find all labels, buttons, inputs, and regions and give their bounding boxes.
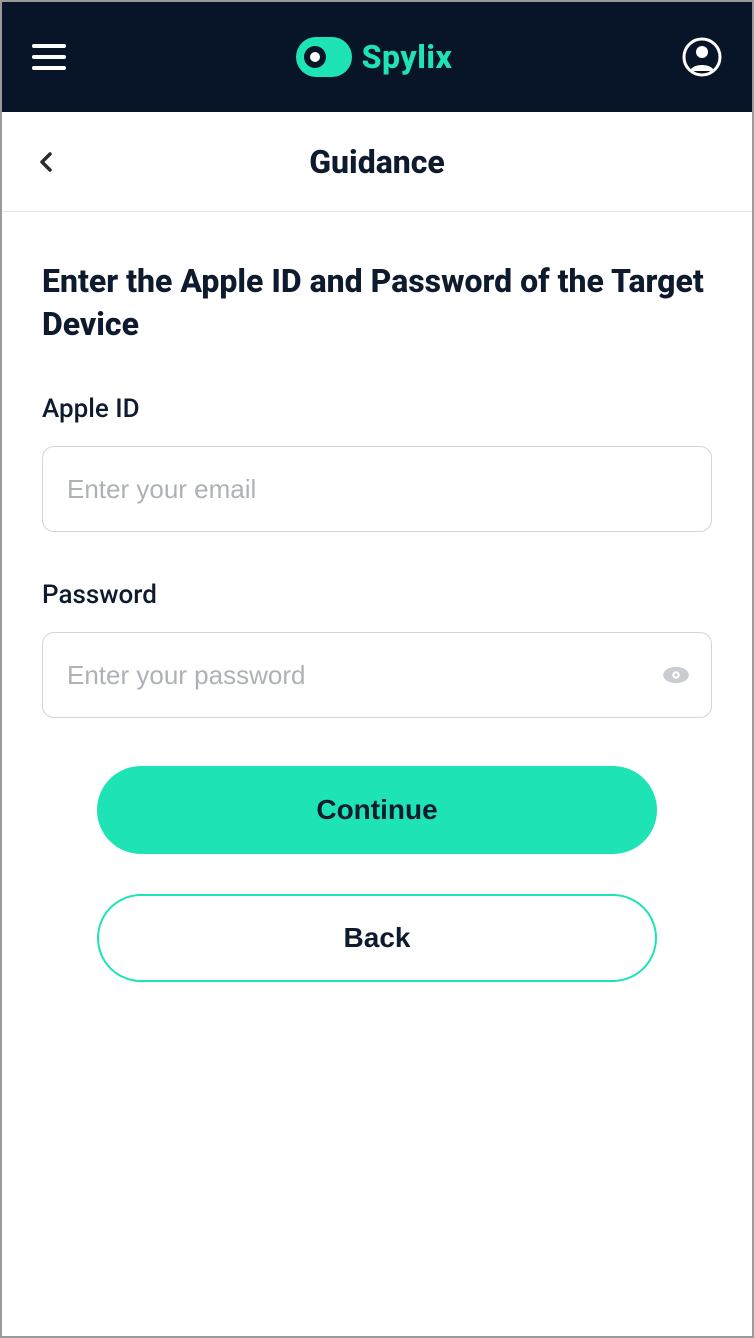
page-title: Enter the Apple ID and Password of the T… [42,260,712,346]
subheader-title: Guidance [309,143,445,181]
main-content: Enter the Apple ID and Password of the T… [2,212,752,1336]
back-button[interactable]: Back [97,894,657,982]
apple-id-label: Apple ID [42,394,712,424]
continue-button[interactable]: Continue [97,766,657,854]
brand: Spylix [296,37,453,77]
toggle-password-visibility-icon[interactable] [660,659,692,691]
apple-id-field-group: Apple ID [42,394,712,532]
back-chevron-icon[interactable] [32,148,60,176]
hamburger-menu-icon[interactable] [32,44,66,70]
profile-avatar-icon[interactable] [682,37,722,77]
password-label: Password [42,580,712,610]
apple-id-input[interactable] [42,446,712,532]
brand-logo-icon [296,37,352,77]
button-row: Continue Back [42,766,712,982]
brand-text: Spylix [362,38,453,76]
password-input[interactable] [42,632,712,718]
password-field-group: Password [42,580,712,718]
page-subheader: Guidance [2,112,752,212]
app-header: Spylix [2,2,752,112]
